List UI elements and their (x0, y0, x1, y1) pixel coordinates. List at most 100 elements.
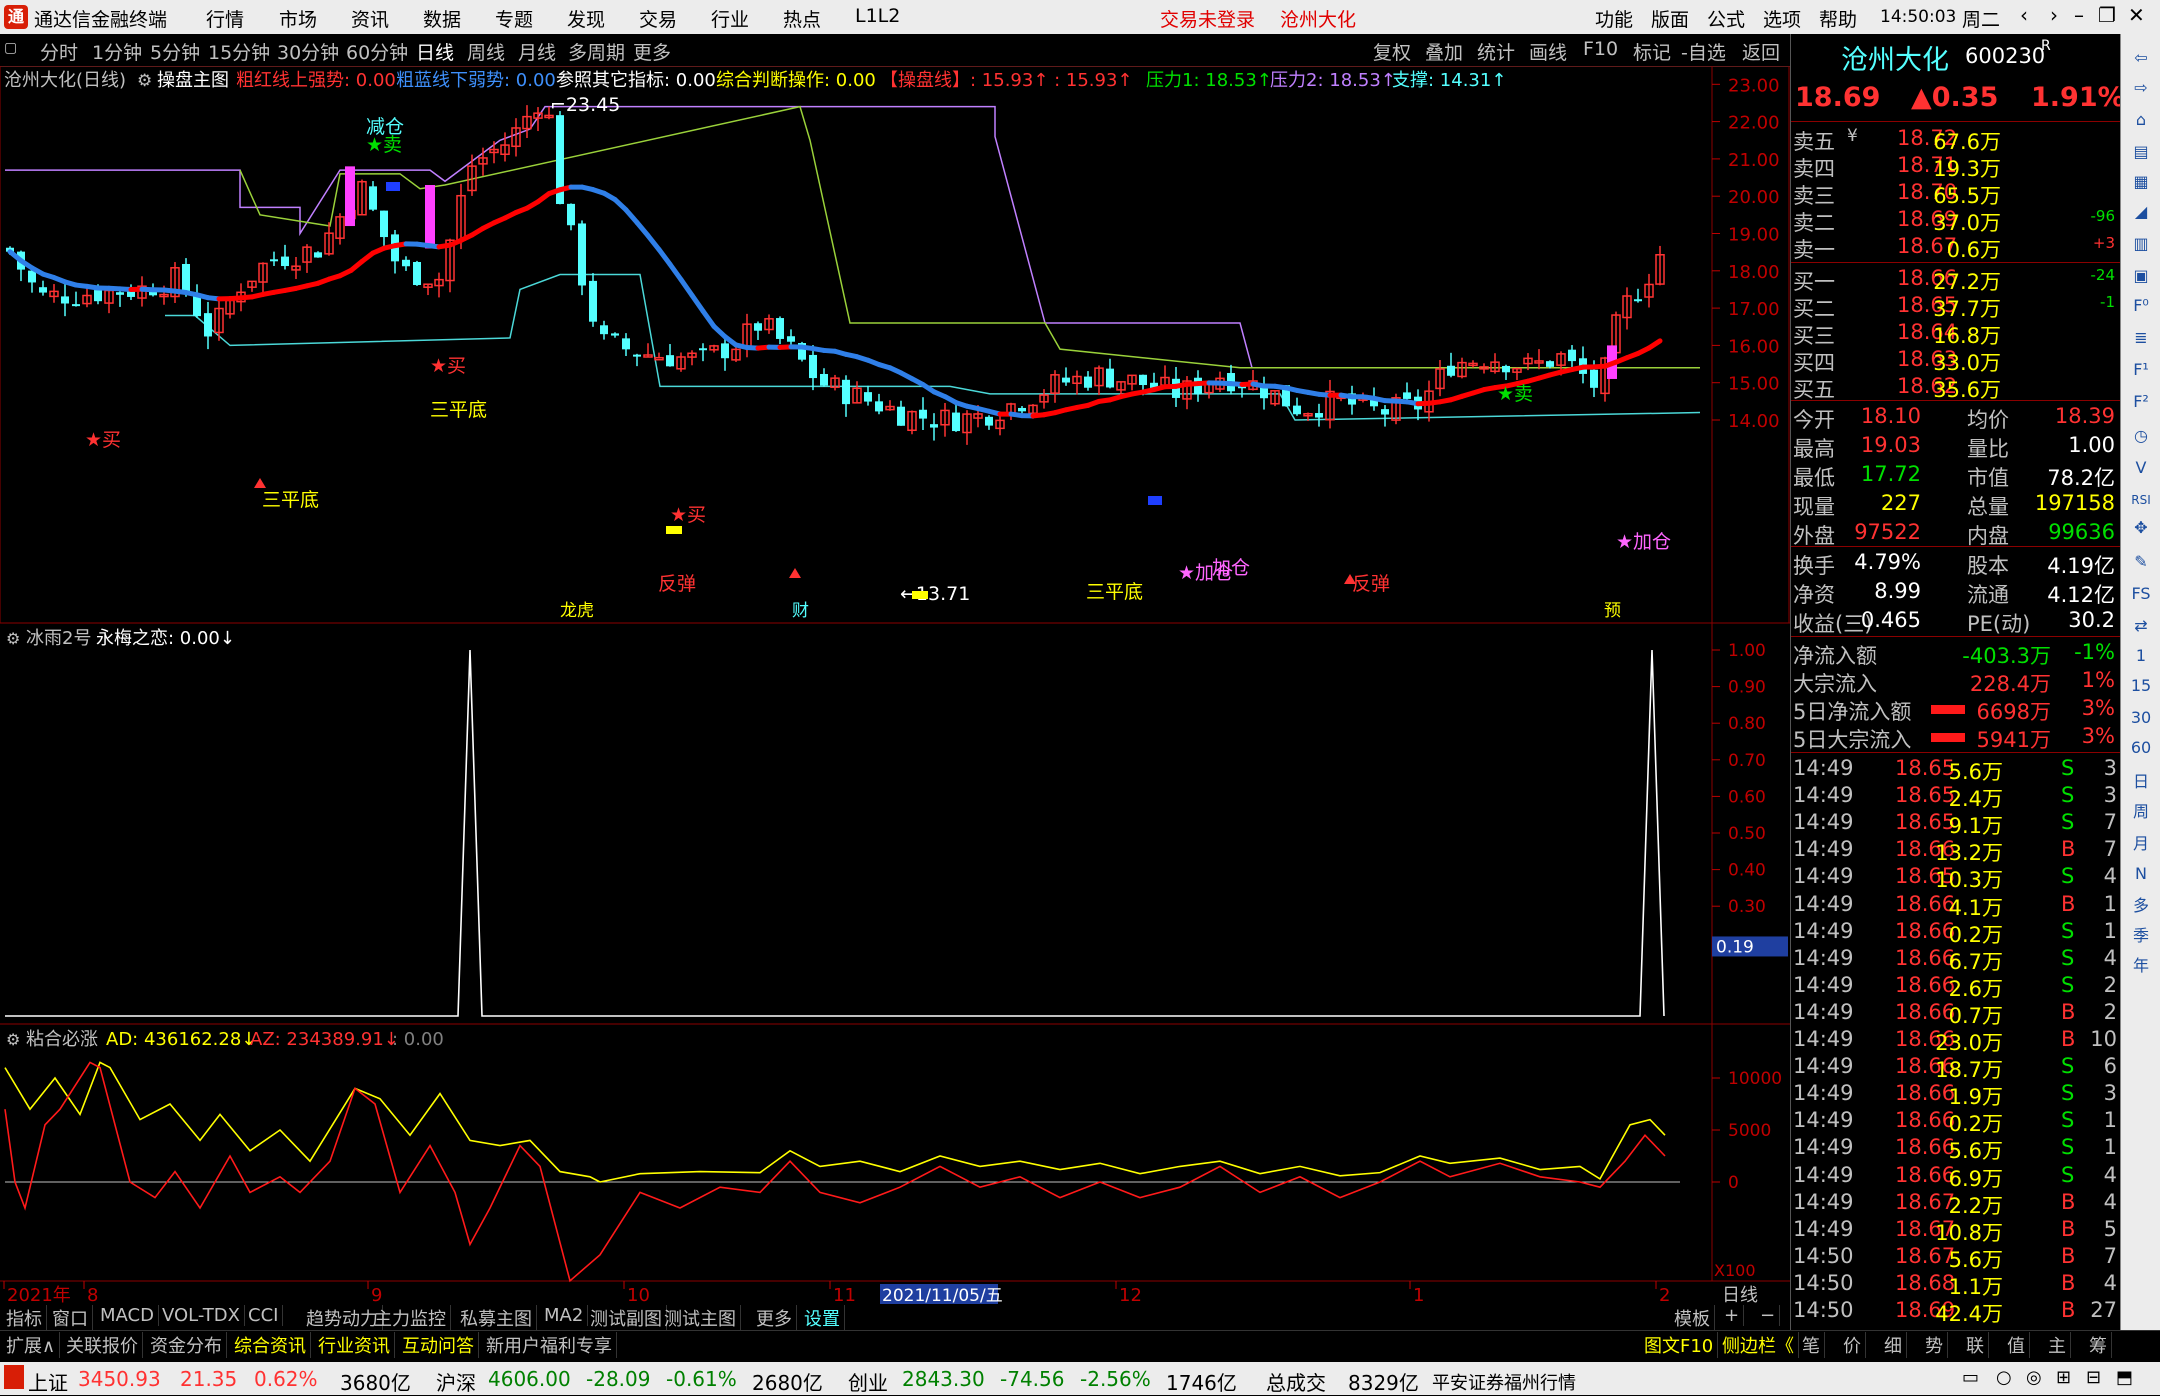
side-tab[interactable]: 主 (2044, 1332, 2071, 1358)
indicator-tab[interactable]: 窗口 (48, 1305, 93, 1331)
tool-draw[interactable]: 画线 (1529, 38, 1567, 65)
menu-hot[interactable]: 热点 (783, 5, 821, 32)
extension-right-tab[interactable]: 侧边栏《 (1718, 1332, 1799, 1358)
list-icon[interactable]: ≣ (2127, 324, 2155, 352)
extension-right-tab[interactable]: 图文F10 (1640, 1332, 1718, 1358)
tool-overlay[interactable]: 叠加 (1425, 38, 1463, 65)
day-icon[interactable]: 日 (2127, 768, 2155, 796)
indicator-tab[interactable]: MA2 (540, 1305, 588, 1326)
60-icon[interactable]: 60 (2127, 734, 2155, 762)
indicator-tab[interactable]: 测试主图 (660, 1305, 741, 1331)
home-icon[interactable]: ⌂ (2127, 106, 2155, 134)
side-tab[interactable]: 细 (1880, 1332, 1907, 1358)
period-60min[interactable]: 60分钟 (346, 38, 408, 65)
indicator-tab[interactable]: 主力监控 (370, 1305, 451, 1331)
close-icon[interactable]: ✕ (2128, 3, 2145, 27)
extension-tab[interactable]: 行业资讯 (314, 1332, 395, 1358)
extension-tab[interactable]: 资金分布 (146, 1332, 227, 1358)
cy-name[interactable]: 创业 (848, 1367, 888, 1396)
month-icon[interactable]: 月 (2127, 830, 2155, 858)
template-control[interactable]: + (1720, 1305, 1744, 1326)
tool-mark[interactable]: 标记 (1633, 38, 1671, 65)
extension-tab[interactable]: 扩展∧ (2, 1332, 60, 1358)
menu-quote[interactable]: 行情 (206, 5, 244, 32)
f10-icon[interactable]: F⁰ (2127, 292, 2155, 320)
side-tab[interactable]: 势 (1921, 1332, 1948, 1358)
menu-options[interactable]: 选项 (1763, 5, 1801, 32)
30-icon[interactable]: 30 (2127, 704, 2155, 732)
indicator-tab[interactable]: 设置 (800, 1305, 845, 1331)
side-tab[interactable]: 筹 (2085, 1332, 2112, 1358)
indicator-tab[interactable]: 测试副图 (586, 1305, 667, 1331)
side-tab[interactable]: 联 (1962, 1332, 1989, 1358)
week-icon[interactable]: 周 (2127, 798, 2155, 826)
tool-restore-rights[interactable]: 复权 (1373, 38, 1411, 65)
report-icon[interactable]: ▤ (2127, 138, 2155, 166)
f1-icon[interactable]: F¹ (2127, 356, 2155, 384)
period-5min[interactable]: 5分钟 (150, 38, 200, 65)
period-1min[interactable]: 1分钟 (92, 38, 142, 65)
period-15min[interactable]: 15分钟 (208, 38, 270, 65)
menu-data[interactable]: 数据 (423, 5, 461, 32)
chart-area[interactable]: 沧州大化(日线) ⚙ 操盘主图 粗红线上强势: 0.00 粗蓝线下弱势: 0.0… (0, 66, 1790, 1304)
tool-f10[interactable]: F10 (1583, 38, 1618, 60)
status-tool-icon-4[interactable]: ⊞ (2056, 1367, 2071, 1388)
side-tab[interactable]: 笔 (1798, 1332, 1825, 1358)
menu-layout[interactable]: 版面 (1651, 5, 1689, 32)
status-tool-icon-2[interactable]: ○ (1996, 1367, 2012, 1388)
period-daily[interactable]: 日线 (416, 38, 454, 65)
move-icon[interactable]: ✥ (2127, 514, 2155, 542)
extension-tab[interactable]: 综合资讯 (230, 1332, 311, 1358)
period-monthly[interactable]: 月线 (518, 38, 556, 65)
status-tool-icon-1[interactable]: ▭ (1962, 1367, 1979, 1388)
nav-forward-icon[interactable]: › (2050, 3, 2058, 27)
hs-name[interactable]: 沪深 (436, 1367, 476, 1396)
tool-watchlist[interactable]: -自选 (1681, 38, 1726, 65)
period-more[interactable]: 更多 (633, 38, 671, 65)
back-arrow-icon[interactable]: ⇦ (2127, 44, 2155, 72)
clock-icon[interactable]: ◷ (2127, 422, 2155, 450)
menu-trade[interactable]: 交易 (639, 5, 677, 32)
multi-icon[interactable]: 多 (2127, 892, 2155, 920)
menu-function[interactable]: 功能 (1595, 5, 1633, 32)
period-weekly[interactable]: 周线 (467, 38, 505, 65)
menu-news[interactable]: 资讯 (351, 5, 389, 32)
period-30min[interactable]: 30分钟 (277, 38, 339, 65)
year-icon[interactable]: 年 (2127, 952, 2155, 980)
minimize-icon[interactable]: – (2074, 3, 2084, 27)
restore-icon[interactable]: ❐ (2098, 3, 2116, 27)
f2-icon[interactable]: F² (2127, 388, 2155, 416)
period-intraday[interactable]: 分时 (40, 38, 78, 65)
indicator-tab[interactable]: 指标 (2, 1305, 47, 1331)
sh-name[interactable]: 上证 (28, 1367, 68, 1396)
indicator-tab[interactable]: VOL-TDX (158, 1305, 245, 1326)
login-status[interactable]: 交易未登录 (1160, 5, 1255, 32)
status-tool-icon-3[interactable]: ◎ (2026, 1367, 2042, 1388)
pen-icon[interactable]: ✎ (2127, 548, 2155, 576)
extension-tab[interactable]: 新用户福利专享 (482, 1332, 617, 1358)
15-icon[interactable]: 15 (2127, 672, 2155, 700)
tool-stats[interactable]: 统计 (1477, 38, 1515, 65)
extension-tab[interactable]: 关联报价 (62, 1332, 143, 1358)
chart-icon[interactable]: ◢ (2127, 198, 2155, 226)
menu-formula[interactable]: 公式 (1707, 5, 1745, 32)
nav-back-icon[interactable]: ‹ (2020, 3, 2028, 27)
panel-toggle-icon[interactable]: ▢ (4, 40, 17, 56)
fs-icon[interactable]: FS (2127, 580, 2155, 608)
period-multi[interactable]: 多周期 (568, 38, 625, 65)
menu-topic[interactable]: 专题 (495, 5, 533, 32)
table-icon[interactable]: ▣ (2127, 262, 2155, 290)
side-tab[interactable]: 值 (2003, 1332, 2030, 1358)
menu-l1l2[interactable]: L1L2 (855, 5, 900, 27)
grid-icon[interactable]: ▦ (2127, 168, 2155, 196)
extension-tab[interactable]: 互动问答 (398, 1332, 479, 1358)
menu-discover[interactable]: 发现 (567, 5, 605, 32)
share-icon[interactable]: ⇄ (2127, 612, 2155, 640)
vol-icon[interactable]: V (2127, 454, 2155, 482)
1-icon[interactable]: 1 (2127, 642, 2155, 670)
status-tool-icon-6[interactable]: ⬒ (2116, 1367, 2133, 1388)
menu-market[interactable]: 市场 (279, 5, 317, 32)
template-control[interactable]: 模板 (1670, 1305, 1715, 1331)
indicator-tab[interactable]: CCI (244, 1305, 283, 1326)
template-control[interactable]: − (1756, 1305, 1780, 1326)
